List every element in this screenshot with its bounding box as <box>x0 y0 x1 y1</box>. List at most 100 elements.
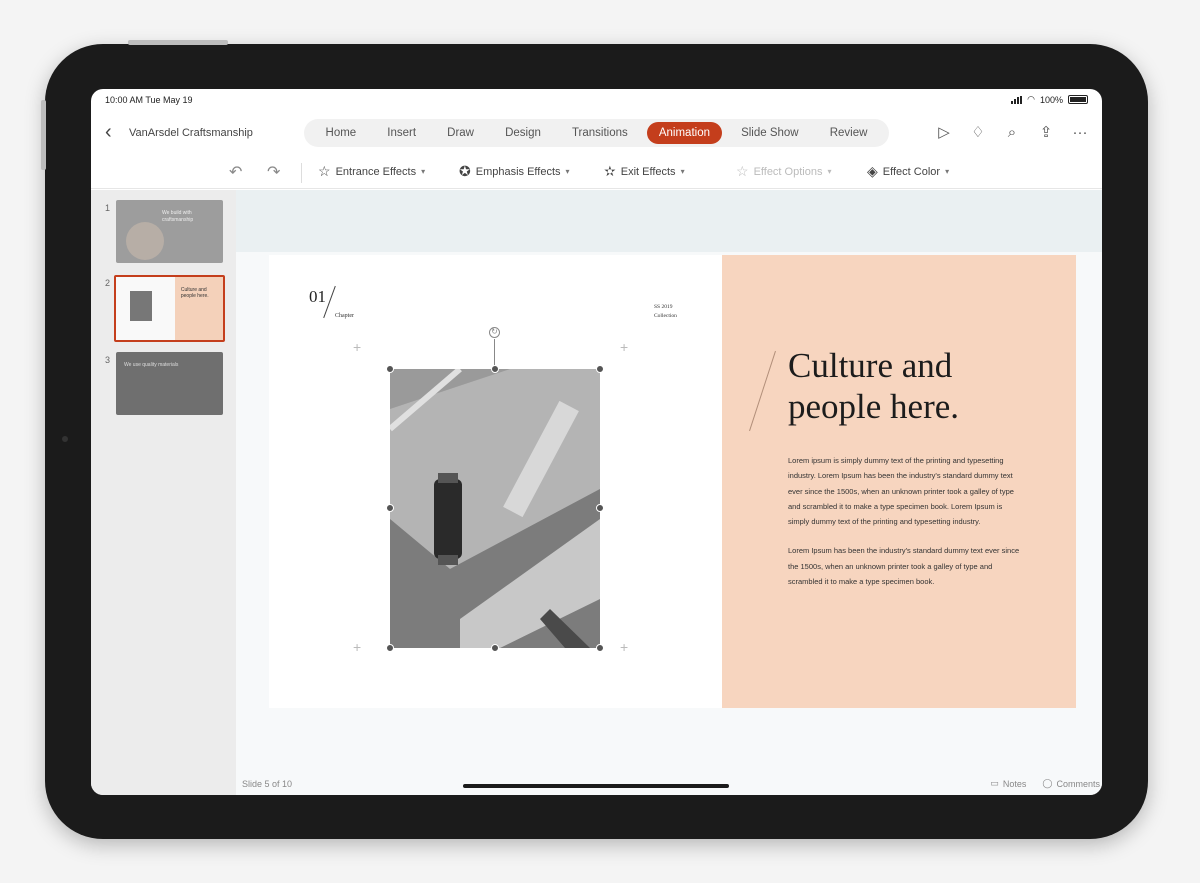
slide-meta-collection: Collection <box>654 313 677 320</box>
title-actions: ▷ ♢ ⌕ ⇪ ··· <box>934 122 1090 142</box>
status-time: 10:00 AM Tue May 19 <box>105 95 193 105</box>
thumb-number-3: 3 <box>105 355 111 365</box>
animation-ribbon: ↶ ↷ ☆ Entrance Effects ▾ ✪ Emphasis Effe… <box>91 155 1102 189</box>
chevron-down-icon: ▾ <box>565 167 570 176</box>
tab-home[interactable]: Home <box>314 122 369 144</box>
current-slide[interactable]: 01 Chapter SS 2019 Collection + + + + ↻ <box>269 255 1076 708</box>
tab-animation[interactable]: Animation <box>646 122 722 144</box>
slide-headline[interactable]: Culture and people here. <box>788 345 1048 427</box>
slide-chapter-number: 01 <box>309 287 326 306</box>
rotate-handle-icon[interactable]: ↻ <box>489 327 500 338</box>
slide-thumbnail-1[interactable]: We build with craftsmanship <box>116 200 223 263</box>
resize-handle[interactable] <box>386 644 394 652</box>
plus-mark-icon: + <box>353 639 362 655</box>
notes-icon: ▭ <box>990 778 999 788</box>
emphasis-effects-button[interactable]: ✪ Emphasis Effects ▾ <box>459 163 570 180</box>
document-title[interactable]: VanArsdel Craftsmanship <box>129 127 253 139</box>
resize-handle[interactable] <box>386 504 394 512</box>
wifi-icon: ◠ <box>1027 94 1035 104</box>
canvas-tint <box>236 190 1102 252</box>
notes-label: Notes <box>1002 778 1027 789</box>
slide-meta-year: SS 2019 <box>654 304 673 310</box>
slide-meta: SS 2019 Collection <box>654 303 677 322</box>
lightbulb-icon[interactable]: ♢ <box>968 122 988 142</box>
chevron-down-icon: ▾ <box>827 167 832 176</box>
title-bar: ‹ VanArsdel Craftsmanship Home Insert Dr… <box>91 115 1102 151</box>
exit-effects-button[interactable]: ✫ Exit Effects ▾ <box>604 163 685 180</box>
comments-label: Comments <box>1056 778 1100 789</box>
slide-thumbnail-3[interactable]: We use quality materials <box>116 352 223 415</box>
comments-button[interactable]: ◯ Comments <box>1042 778 1100 789</box>
top-button <box>128 40 228 45</box>
slide-body-text[interactable]: Lorem ipsum is simply dummy text of the … <box>788 453 1024 589</box>
slide-thumbnail-2[interactable]: Culture and people here. <box>114 275 225 342</box>
camera <box>62 436 68 442</box>
play-icon[interactable]: ▷ <box>934 122 954 142</box>
tab-design[interactable]: Design <box>493 122 553 144</box>
body-paragraph-1: Lorem ipsum is simply dummy text of the … <box>788 456 1014 527</box>
slide-text-panel: Culture and people here. Lorem ipsum is … <box>722 255 1076 708</box>
effect-options-button[interactable]: ☆ Effect Options ▾ <box>736 163 831 180</box>
plus-mark-icon: + <box>620 339 629 355</box>
signal-icon <box>1011 95 1023 104</box>
tab-transitions[interactable]: Transitions <box>560 122 640 144</box>
app-screen: 10:00 AM Tue May 19 ◠ 100% ‹ VanArsdel C… <box>91 89 1102 795</box>
status-bar: 10:00 AM Tue May 19 ◠ 100% <box>91 89 1102 111</box>
notes-button[interactable]: ▭ Notes <box>990 778 1026 789</box>
options-label: Effect Options <box>753 165 823 178</box>
slide-chapter-label: Chapter <box>335 313 354 319</box>
thumb-2-text: Culture and people here. <box>180 287 209 299</box>
decorative-slash <box>749 350 776 432</box>
more-icon[interactable]: ··· <box>1070 122 1090 142</box>
resize-handle[interactable] <box>596 504 604 512</box>
search-icon[interactable]: ⌕ <box>1002 122 1022 142</box>
exit-label: Exit Effects <box>620 165 676 178</box>
slide-indicator: Slide 5 of 10 <box>242 779 293 789</box>
tab-insert[interactable]: Insert <box>375 122 428 144</box>
tab-slide-show[interactable]: Slide Show <box>729 122 811 144</box>
thumb-2-right: Culture and people here. <box>174 277 223 340</box>
resize-handle[interactable] <box>491 644 499 652</box>
resize-handle[interactable] <box>386 365 394 373</box>
options-star-icon: ☆ <box>736 163 749 179</box>
resize-handle[interactable] <box>596 365 604 373</box>
volume-button <box>41 100 46 170</box>
chevron-down-icon: ▾ <box>421 167 426 176</box>
tab-review[interactable]: Review <box>818 122 880 144</box>
undo-icon[interactable]: ↶ <box>229 162 242 182</box>
battery-icon <box>1068 95 1088 104</box>
resize-handle[interactable] <box>491 365 499 373</box>
thumb-number-1: 1 <box>105 203 111 213</box>
thumb-2-image <box>130 291 152 321</box>
resize-handle[interactable] <box>596 644 604 652</box>
plus-mark-icon: + <box>353 339 362 355</box>
comment-icon: ◯ <box>1042 778 1053 788</box>
chevron-down-icon: ▾ <box>680 167 685 176</box>
color-label: Effect Color <box>882 165 941 178</box>
home-indicator[interactable] <box>463 784 729 788</box>
bottom-actions: ▭ Notes ◯ Comments <box>990 778 1100 789</box>
emphasis-star-icon: ✪ <box>459 163 471 179</box>
thumb-1-text: We build with craftsmanship <box>162 210 194 223</box>
photo-craft-tools <box>390 369 600 648</box>
back-chevron-icon[interactable]: ‹ <box>105 121 112 144</box>
chevron-down-icon: ▾ <box>945 167 950 176</box>
thumb-1-image <box>126 222 164 260</box>
redo-icon[interactable]: ↷ <box>267 162 280 182</box>
entrance-star-icon: ☆ <box>318 163 331 179</box>
tab-draw[interactable]: Draw <box>435 122 486 144</box>
entrance-effects-button[interactable]: ☆ Entrance Effects ▾ <box>318 163 425 180</box>
bottom-bar: Slide 5 of 10 ▭ Notes ◯ Comments <box>236 770 1102 795</box>
share-icon[interactable]: ⇪ <box>1036 122 1056 142</box>
thumb-3-text: We use quality materials <box>124 362 179 368</box>
plus-mark-icon: + <box>620 639 629 655</box>
body-paragraph-2: Lorem Ipsum has been the industry's stan… <box>788 546 1020 587</box>
thumb-number-2: 2 <box>105 278 111 288</box>
effect-color-button[interactable]: ◈ Effect Color ▾ <box>867 163 949 180</box>
ribbon-tabs: Home Insert Draw Design Transitions Anim… <box>304 119 889 147</box>
battery-label: 100% <box>1039 94 1063 105</box>
selected-photo[interactable]: ↻ <box>386 327 604 652</box>
status-right: ◠ 100% <box>1011 94 1088 105</box>
color-bucket-icon: ◈ <box>867 163 878 179</box>
entrance-label: Entrance Effects <box>335 165 417 178</box>
